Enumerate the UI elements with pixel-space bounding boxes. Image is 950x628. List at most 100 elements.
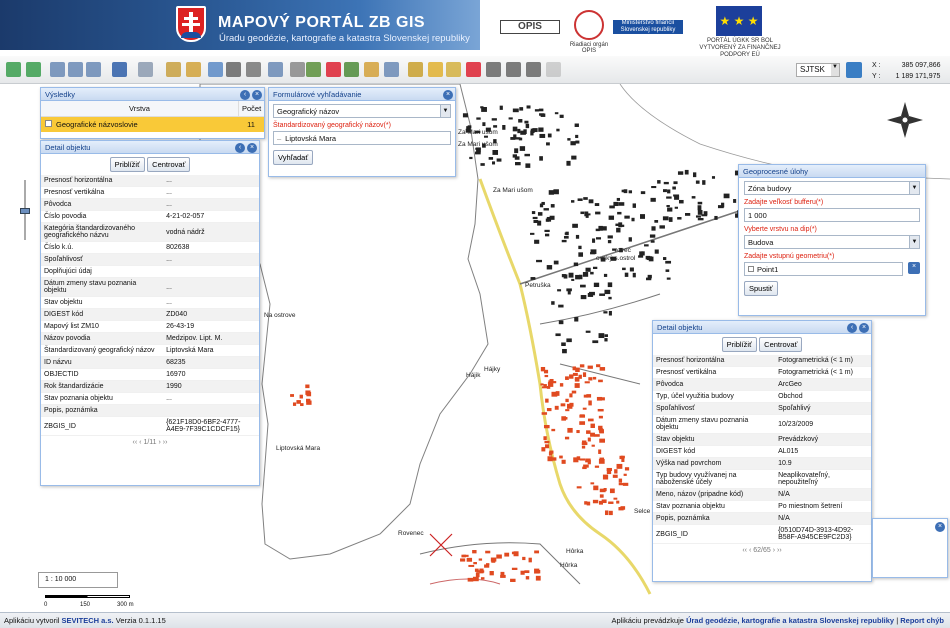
window-icon[interactable] — [208, 62, 223, 77]
building — [618, 478, 623, 483]
close-icon[interactable]: × — [443, 90, 453, 100]
expand-icon[interactable] — [45, 120, 52, 127]
building — [580, 211, 585, 215]
buffer-input[interactable]: 1 000 — [744, 208, 920, 222]
building — [493, 125, 498, 128]
ruler-icon[interactable] — [486, 62, 501, 77]
pager[interactable]: ‹‹ ‹ 62/65 › ›› — [653, 544, 871, 557]
collapse-icon[interactable]: ‹ — [847, 323, 857, 333]
attr-value: Prevádzkový — [775, 433, 871, 446]
building — [697, 201, 703, 205]
attr-value: ZD040 — [163, 308, 259, 321]
edit-icon[interactable] — [384, 62, 399, 77]
building — [580, 284, 586, 288]
center-button[interactable]: Centrovať — [759, 337, 803, 352]
line-icon[interactable] — [290, 62, 305, 77]
result-row[interactable]: Geografické názvoslovie 11 — [41, 117, 264, 132]
building — [519, 146, 526, 151]
name-input[interactable]: – Liptovská Mara — [273, 131, 451, 145]
close-icon[interactable]: × — [935, 522, 945, 532]
attr-key: Mapový list ZM10 — [41, 320, 164, 333]
building — [549, 378, 554, 382]
col-layer[interactable]: Vrstva — [41, 101, 238, 116]
search-type-select[interactable]: Geografický názov ▼ — [273, 104, 451, 118]
print-icon[interactable] — [226, 62, 241, 77]
scale-tick: 0 — [44, 602, 48, 608]
building — [539, 156, 543, 161]
pencil-icon[interactable] — [408, 62, 423, 77]
attr-value: ... — [163, 253, 259, 266]
chevron-down-icon[interactable]: ▼ — [831, 64, 839, 76]
remove-icon[interactable]: × — [908, 262, 920, 274]
building — [684, 169, 689, 175]
task-select[interactable]: Zóna budovy ▼ — [744, 181, 920, 195]
building — [520, 130, 526, 135]
help-book-icon[interactable] — [846, 62, 862, 78]
building — [717, 205, 724, 209]
building — [638, 255, 644, 258]
building — [673, 181, 678, 185]
building — [598, 500, 603, 505]
sevitech-link[interactable]: SEVITECH a.s. — [62, 616, 114, 625]
building — [628, 190, 633, 194]
building — [565, 376, 569, 380]
refresh-icon[interactable] — [26, 62, 41, 77]
close-icon[interactable] — [546, 62, 561, 77]
zoom-extent-icon[interactable] — [86, 62, 101, 77]
close-icon[interactable]: × — [247, 143, 257, 153]
close-icon[interactable]: × — [859, 323, 869, 333]
report-bugs-link[interactable]: Report chýb — [900, 616, 944, 625]
building — [524, 570, 530, 574]
map-label: Petruška — [525, 282, 551, 289]
building — [514, 156, 520, 160]
attr-key: Typ, účel využitia budovy — [653, 390, 776, 403]
building — [543, 424, 550, 429]
polygon-icon[interactable] — [306, 62, 321, 77]
pan-icon[interactable] — [6, 62, 21, 77]
grid-icon[interactable] — [526, 62, 541, 77]
zoom-in-icon[interactable] — [50, 62, 65, 77]
close-icon[interactable]: × — [252, 90, 262, 100]
building — [544, 374, 549, 378]
back-icon[interactable] — [112, 62, 127, 77]
zoom-slider[interactable] — [20, 180, 30, 240]
attr-key: Kategória štandardizovaného geografickéh… — [41, 222, 164, 242]
table-icon[interactable] — [506, 62, 521, 77]
col-count[interactable]: Počet — [238, 101, 264, 116]
identify-icon[interactable] — [268, 62, 283, 77]
collapse-icon[interactable]: ‹ — [240, 90, 250, 100]
folder-icon[interactable] — [364, 62, 379, 77]
building — [590, 432, 595, 437]
select-icon[interactable] — [166, 62, 181, 77]
delete-icon[interactable] — [466, 62, 481, 77]
ugkk-link[interactable]: Úrad geodézie, kartografie a katastra Sl… — [686, 616, 894, 625]
overview-panel: × — [872, 518, 948, 578]
map-label: Na ostrove — [264, 312, 296, 319]
building — [562, 348, 567, 354]
forward-icon[interactable] — [138, 62, 153, 77]
pencil-icon[interactable] — [428, 62, 443, 77]
pencil-icon[interactable] — [446, 62, 461, 77]
delete-icon[interactable] — [326, 62, 341, 77]
building — [540, 383, 544, 386]
collapse-icon[interactable]: ‹ — [235, 143, 245, 153]
run-button[interactable]: Spustiť — [744, 281, 778, 296]
export-icon[interactable] — [246, 62, 261, 77]
search-button[interactable]: Vyhľadať — [273, 150, 314, 165]
layer-select[interactable]: Budova ▼ — [744, 235, 920, 249]
attr-value: AL015 — [775, 445, 871, 458]
detail-panel-left: Detail objektu ‹ × Priblížiť Centrovať Pr… — [40, 140, 260, 486]
zoom-to-button[interactable]: Priblížiť — [109, 157, 145, 172]
zoom-to-button[interactable]: Priblížiť — [721, 337, 757, 352]
zoom-out-icon[interactable] — [68, 62, 83, 77]
measure-icon[interactable] — [186, 62, 201, 77]
layer-icon[interactable] — [344, 62, 359, 77]
map-label: Hôrka — [566, 548, 584, 555]
geometry-input[interactable]: Point1 — [744, 262, 903, 276]
building — [697, 217, 704, 221]
center-button[interactable]: Centrovať — [147, 157, 191, 172]
building — [697, 209, 703, 215]
pager[interactable]: ‹‹ ‹ 1/11 › ›› — [41, 436, 259, 449]
attr-value: Obchod — [775, 390, 871, 403]
building — [525, 163, 531, 168]
